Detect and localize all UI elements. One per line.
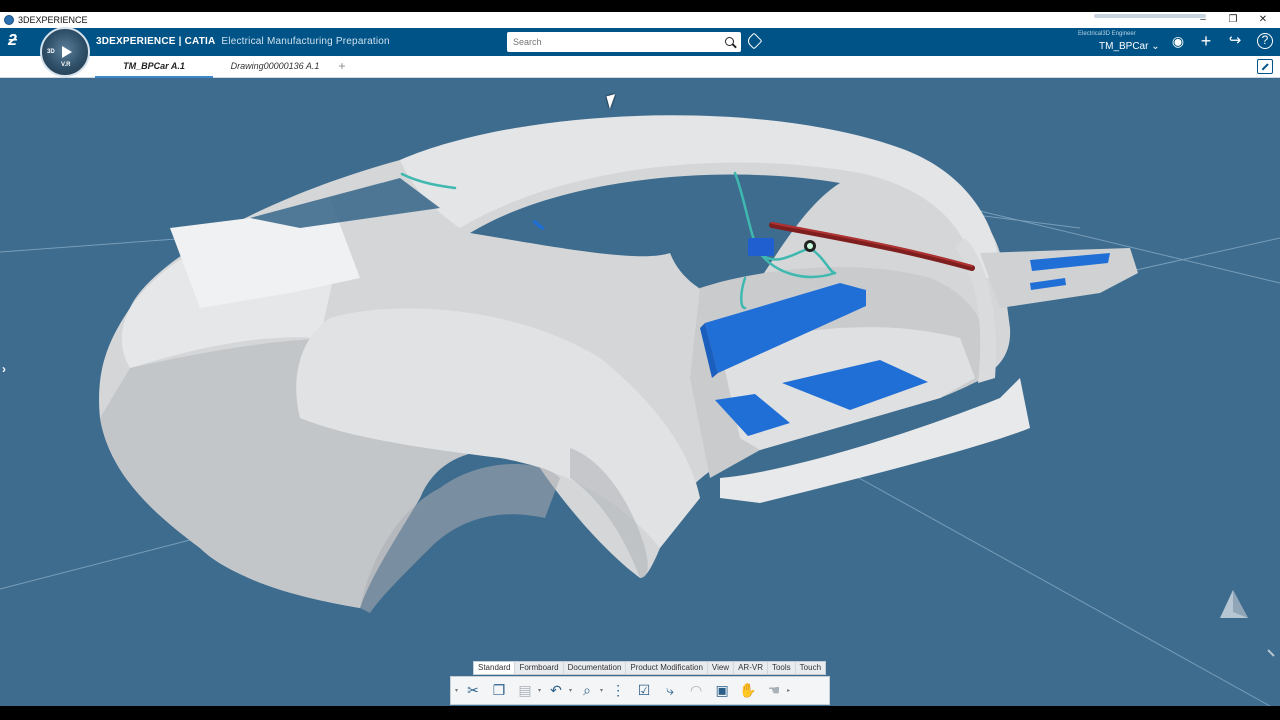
- tab-touch[interactable]: Touch: [796, 662, 825, 674]
- tab-documentation[interactable]: Documentation: [564, 662, 627, 674]
- undo-dropdown-icon[interactable]: ▾: [569, 687, 572, 694]
- paste-dropdown-icon[interactable]: ▾: [538, 687, 541, 694]
- car-body-model[interactable]: [0, 78, 1280, 706]
- car-shell: [99, 115, 1138, 613]
- tab-drawing[interactable]: Drawing00000136 A.1: [218, 56, 332, 78]
- 3d-viewport[interactable]: ›: [0, 78, 1280, 706]
- compass-3d-label: 3D: [47, 49, 55, 55]
- search-icon[interactable]: [725, 37, 734, 46]
- bottom-black-strip: [0, 706, 1280, 720]
- connector-box: [748, 238, 774, 256]
- tab-bar: TM_BPCar A.1 Drawing00000136 A.1 +: [0, 56, 1280, 78]
- branch-icon[interactable]: ⤷: [659, 681, 681, 701]
- app-window: 3DEXPERIENCE – ❐ ✕ ƻ 3DEXPERIENCE | CATI…: [0, 0, 1280, 720]
- more-tools-icon[interactable]: ▸: [787, 687, 790, 694]
- search-box: [507, 32, 741, 52]
- cut-icon[interactable]: ✂: [462, 681, 484, 701]
- action-bar: ▾ ✂ ❐ ▤ ▾ ↶ ▾ ⌕ ▾ ⋮ ☑ ⤷ ◠ ▣ ✋ ☚ ▸: [450, 676, 830, 705]
- hand-icon[interactable]: ☚: [763, 681, 785, 701]
- tab-tm-bpcar[interactable]: TM_BPCar A.1: [95, 56, 213, 78]
- close-button[interactable]: ✕: [1248, 12, 1278, 28]
- check-icon[interactable]: ☑: [633, 681, 655, 701]
- add-tab-button[interactable]: +: [336, 59, 348, 73]
- brand-title: 3DEXPERIENCE | CATIA Electrical Manufact…: [96, 36, 390, 47]
- ds-logo-icon[interactable]: ƻ: [8, 32, 17, 50]
- compass-icon[interactable]: 3D V.R: [40, 27, 90, 77]
- tab-tools[interactable]: Tools: [768, 662, 796, 674]
- tab-standard[interactable]: Standard: [474, 662, 516, 674]
- brand-prefix: 3DEXPERIENCE | CATIA: [96, 36, 216, 47]
- action-bar-tabs: Standard Formboard Documentation Product…: [473, 661, 827, 675]
- user-menu[interactable]: TM_BPCar ⌄: [1099, 41, 1160, 52]
- help-icon[interactable]: ?: [1257, 33, 1273, 49]
- action-bar-collapse-icon[interactable]: ▾: [455, 687, 458, 694]
- paste-icon[interactable]: ▤: [514, 681, 536, 701]
- zoom-dropdown-icon[interactable]: ▾: [600, 687, 603, 694]
- compass-vr-label: V.R: [61, 62, 71, 68]
- orientation-triad: [1220, 590, 1275, 657]
- tab-product-modification[interactable]: Product Modification: [626, 662, 708, 674]
- expand-view-button[interactable]: [1257, 59, 1273, 74]
- user-icon[interactable]: ◉: [1170, 33, 1186, 49]
- app-icon: [4, 15, 14, 25]
- minimize-button[interactable]: –: [1188, 12, 1218, 28]
- measure-icon[interactable]: ◠: [685, 681, 707, 701]
- screen-icon[interactable]: ▣: [711, 681, 733, 701]
- add-icon[interactable]: +: [1198, 32, 1214, 50]
- share-icon[interactable]: ↪: [1227, 33, 1243, 49]
- window-titlebar: 3DEXPERIENCE – ❐ ✕: [0, 12, 1280, 28]
- tab-ar-vr[interactable]: AR-VR: [734, 662, 768, 674]
- pointer-icon[interactable]: ✋: [737, 681, 759, 701]
- search-input[interactable]: [513, 35, 713, 49]
- panel-expand-arrow-icon[interactable]: ›: [2, 362, 6, 376]
- tree-icon[interactable]: ⋮: [607, 681, 629, 701]
- tab-formboard[interactable]: Formboard: [515, 662, 564, 674]
- tab-view[interactable]: View: [708, 662, 735, 674]
- top-black-strip: [0, 0, 1280, 12]
- zoom-icon[interactable]: ⌕: [576, 681, 598, 701]
- window-title: 3DEXPERIENCE: [18, 15, 88, 25]
- play-icon: [62, 46, 72, 58]
- undo-icon[interactable]: ↶: [545, 681, 567, 701]
- copy-icon[interactable]: ❐: [488, 681, 510, 701]
- app-name: Electrical Manufacturing Preparation: [221, 36, 390, 47]
- restore-button[interactable]: ❐: [1218, 12, 1248, 28]
- role-label: Electrical3D Engineer: [1078, 31, 1136, 37]
